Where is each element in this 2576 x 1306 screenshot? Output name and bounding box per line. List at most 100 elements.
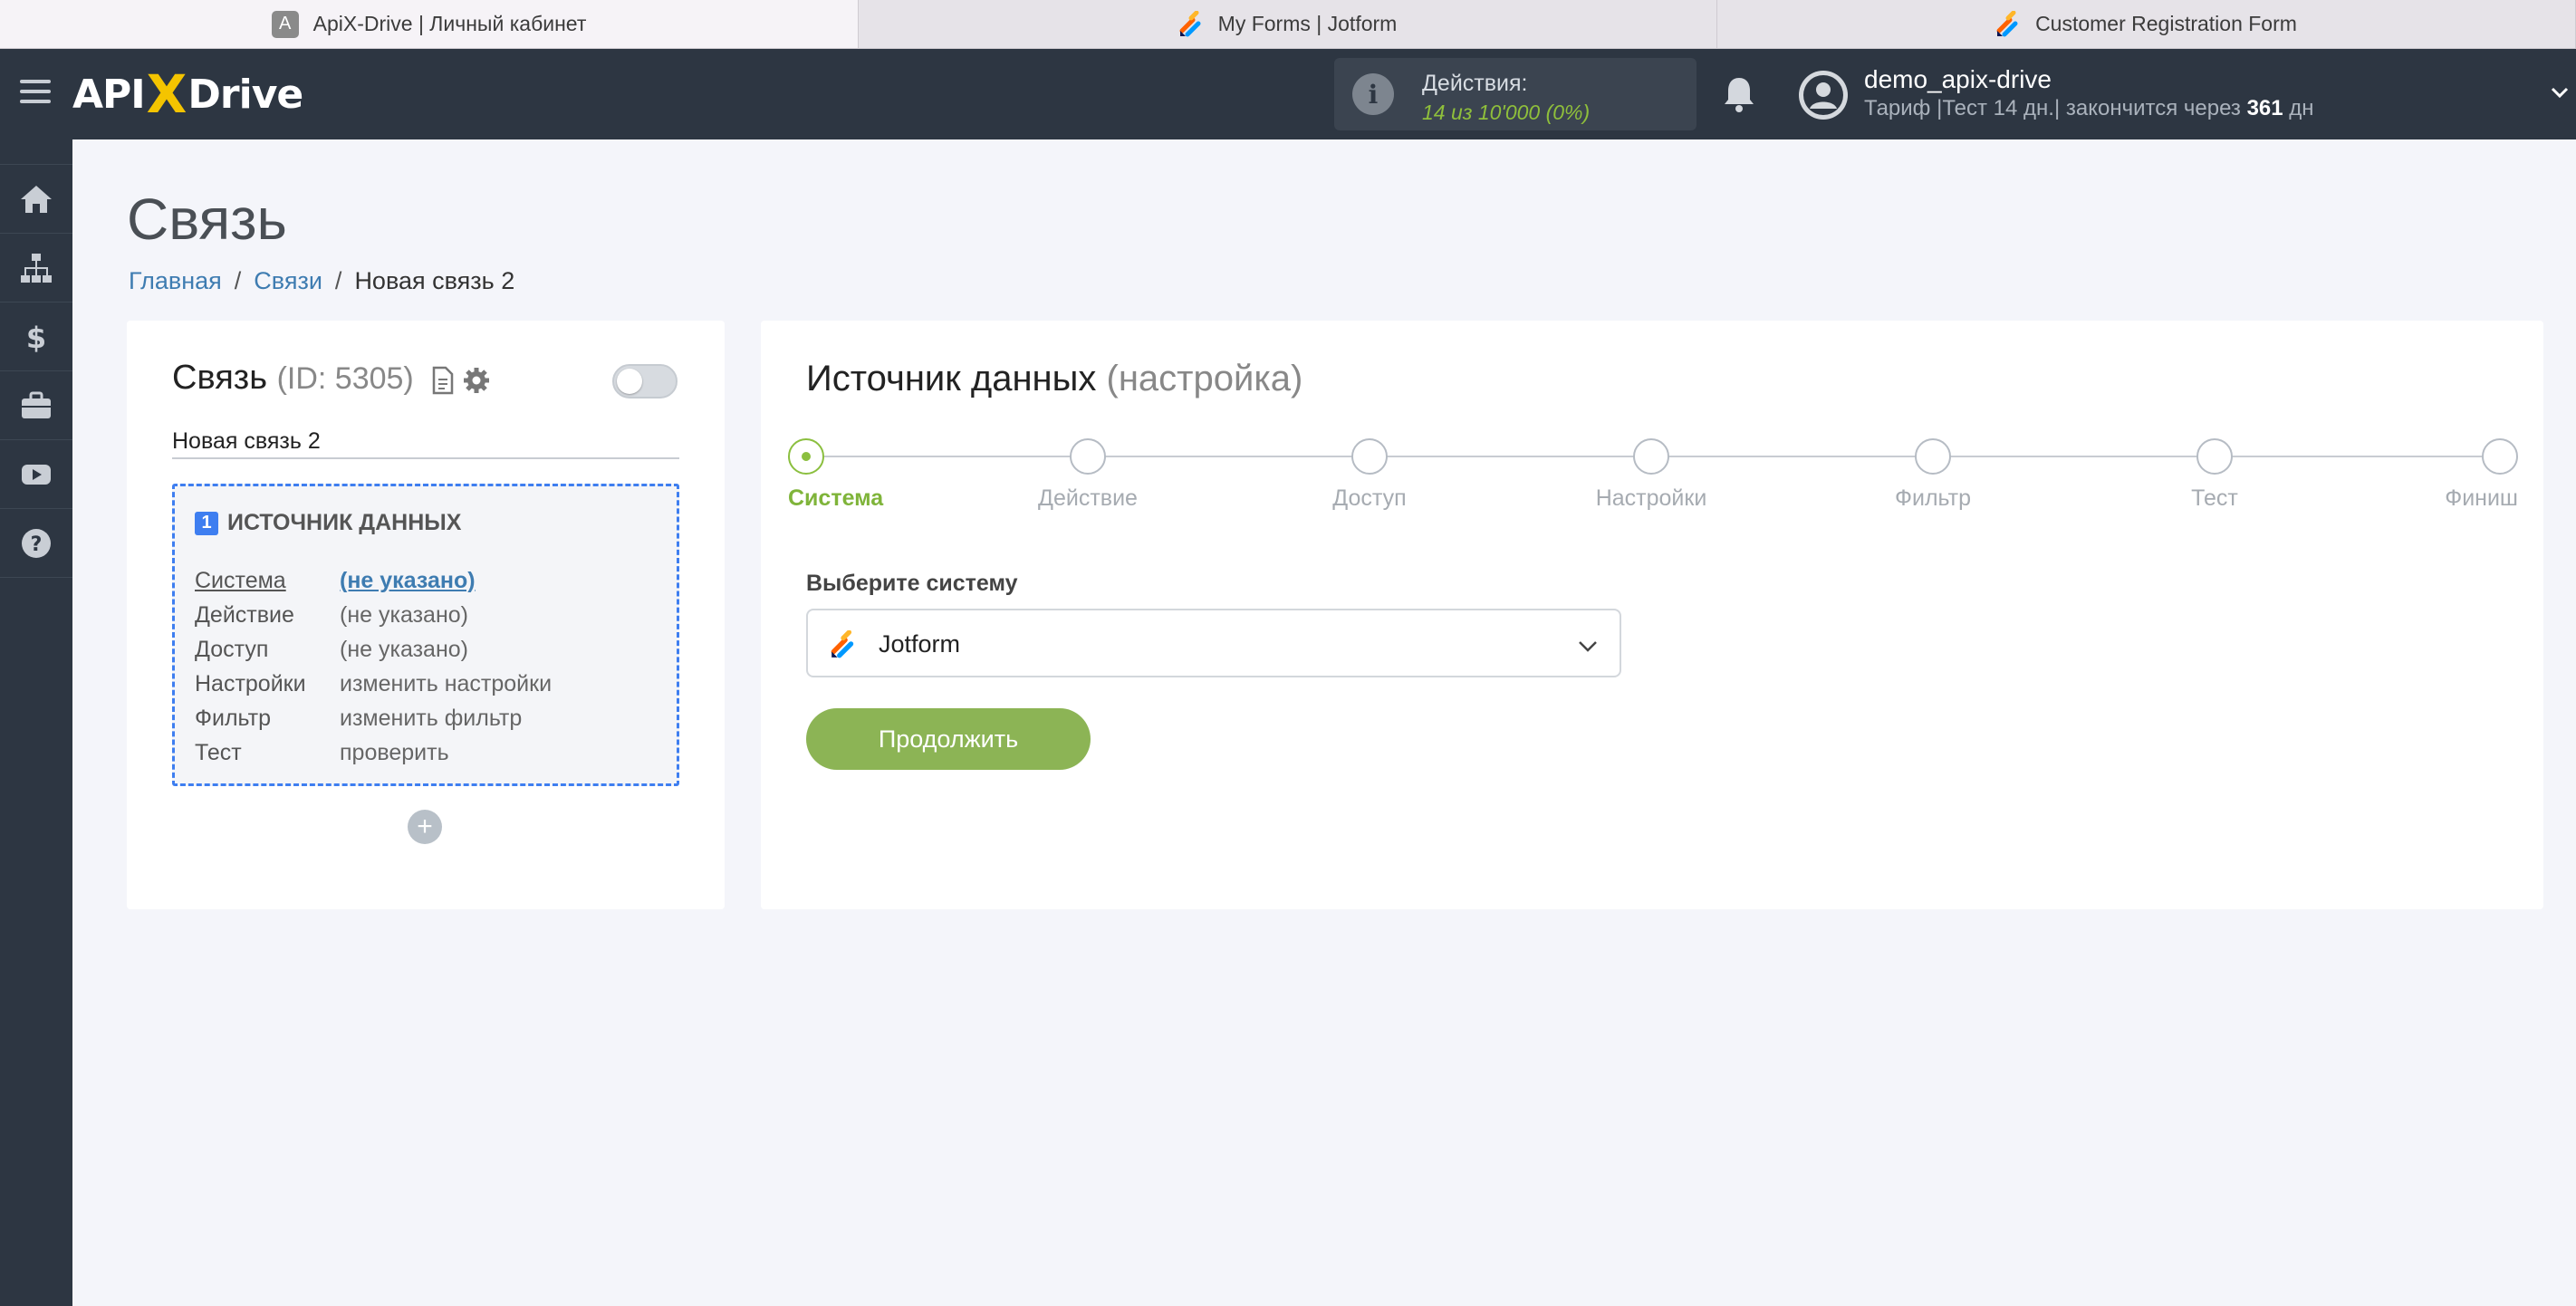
step-settings[interactable]: Настройки xyxy=(1561,438,1742,512)
source-row-settings: Настройки изменить настройки xyxy=(195,667,552,701)
browser-tab-title: ApiX-Drive | Личный кабинет xyxy=(312,12,587,35)
browser-tab-title: Customer Registration Form xyxy=(2035,12,2297,35)
svg-text:?: ? xyxy=(31,533,43,556)
add-block-button[interactable]: + xyxy=(408,810,442,844)
bell-icon[interactable] xyxy=(1721,74,1757,114)
source-row-system: Система (не указано) xyxy=(195,563,552,598)
select-system-label: Выберите систему xyxy=(806,571,1018,596)
step-number-badge: 1 xyxy=(195,511,218,535)
actions-label: Действия: xyxy=(1422,71,1528,96)
step-label: Финиш xyxy=(2445,485,2518,511)
actions-count: 14 из 10'000 (0%) xyxy=(1422,101,1591,124)
user-name[interactable]: demo_apix-drive xyxy=(1864,65,2052,94)
apix-favicon-icon: A xyxy=(271,10,299,38)
dollar-icon: $ xyxy=(26,321,46,354)
jotform-icon xyxy=(1179,10,1201,36)
source-row-action: Действие (не указано) xyxy=(195,598,552,632)
source-value[interactable]: (не указано) xyxy=(340,568,476,594)
browser-tab-bar: A ApiX-Drive | Личный кабинет My Forms |… xyxy=(0,0,2576,49)
connection-enable-toggle[interactable] xyxy=(612,364,678,399)
step-system[interactable]: Система xyxy=(788,438,969,512)
system-select[interactable]: Jotform xyxy=(806,609,1621,677)
source-value: (не указано) xyxy=(340,636,468,662)
jotform-icon xyxy=(831,630,854,658)
svg-text:$: $ xyxy=(26,321,46,354)
data-source-settings-card: Источник данных (настройка) Система Дейс… xyxy=(761,321,2543,909)
sidebar-item-home[interactable] xyxy=(0,165,72,234)
avatar-icon[interactable] xyxy=(1799,71,1848,120)
breadcrumb: Главная / Связи / Новая связь 2 xyxy=(129,267,515,294)
briefcase-icon xyxy=(22,391,51,418)
source-value: (не указано) xyxy=(340,601,468,628)
sidebar-item-services[interactable] xyxy=(0,371,72,440)
step-dot xyxy=(788,438,824,475)
info-icon: i xyxy=(1352,73,1394,115)
source-row-access: Доступ (не указано) xyxy=(195,632,552,667)
step-action[interactable]: Действие xyxy=(997,438,1178,512)
step-label: Тест xyxy=(2191,485,2238,511)
sidebar-item-connections[interactable] xyxy=(0,234,72,302)
connection-name-field[interactable]: Новая связь 2 xyxy=(172,425,679,459)
continue-button[interactable]: Продолжить xyxy=(806,708,1091,770)
sidebar-item-video[interactable] xyxy=(0,440,72,509)
browser-tab-customer-form[interactable]: Customer Registration Form xyxy=(1717,0,2576,48)
step-dot xyxy=(1070,438,1106,475)
step-dot xyxy=(1633,438,1669,475)
source-key[interactable]: Система xyxy=(195,568,340,594)
source-key: Тест xyxy=(195,739,242,765)
data-source-block[interactable]: 1 ИСТОЧНИК ДАННЫХ Система (не указано) Д… xyxy=(172,484,679,786)
step-dot xyxy=(1915,438,1951,475)
connection-card: Связь (ID: 5305) Новая связь 2 1 ИСТОЧНИ… xyxy=(127,321,725,909)
sitemap-icon xyxy=(21,253,52,283)
step-test[interactable]: Тест xyxy=(2124,438,2305,512)
app-header: API X Drive i Действия: 14 из 10'000 (0%) … xyxy=(0,49,2576,139)
source-key: Доступ xyxy=(195,636,269,662)
browser-tab-jotform-forms[interactable]: My Forms | Jotform xyxy=(859,0,1717,48)
selected-system-value: Jotform xyxy=(879,630,961,658)
step-dot xyxy=(2196,438,2233,475)
apix-drive-logo[interactable]: API X Drive xyxy=(72,63,303,125)
step-dot xyxy=(1351,438,1388,475)
gear-icon[interactable] xyxy=(462,366,491,395)
step-filter[interactable]: Фильтр xyxy=(1842,438,2023,512)
step-label: Фильтр xyxy=(1895,485,1971,511)
step-finish[interactable]: Финиш xyxy=(2337,438,2518,512)
connection-title: Связь (ID: 5305) xyxy=(172,359,414,397)
breadcrumb-home[interactable]: Главная xyxy=(129,267,222,294)
source-value: изменить настройки xyxy=(340,670,553,696)
actions-counter[interactable]: i Действия: 14 из 10'000 (0%) xyxy=(1334,58,1697,130)
plan-info: Тариф |Тест 14 дн.| закончится через 361… xyxy=(1864,96,2314,120)
browser-tab-title: My Forms | Jotform xyxy=(1217,12,1398,35)
step-dot xyxy=(2482,438,2518,475)
source-key: Действие xyxy=(195,601,294,628)
sidebar-item-billing[interactable]: $ xyxy=(0,302,72,371)
jotform-icon xyxy=(1996,10,2018,36)
menu-icon[interactable] xyxy=(20,80,51,107)
help-icon: ? xyxy=(22,528,51,558)
data-source-details: Система (не указано) Действие (не указан… xyxy=(195,563,552,770)
step-label: Система xyxy=(788,485,884,511)
sidebar: $ ? xyxy=(0,139,72,1306)
source-value: проверить xyxy=(340,739,449,765)
step-label: Действие xyxy=(1038,485,1138,511)
breadcrumb-current: Новая связь 2 xyxy=(354,267,515,294)
document-icon[interactable] xyxy=(431,366,455,395)
step-label: Доступ xyxy=(1332,485,1407,511)
chevron-down-icon xyxy=(1579,641,1597,652)
source-row-test: Тест проверить xyxy=(195,735,552,770)
home-icon xyxy=(21,185,52,213)
step-label: Настройки xyxy=(1595,485,1707,511)
breadcrumb-connections[interactable]: Связи xyxy=(254,267,322,294)
source-key: Настройки xyxy=(195,670,306,696)
source-row-filter: Фильтр изменить фильтр xyxy=(195,701,552,735)
source-value: изменить фильтр xyxy=(340,705,523,731)
section-title: Источник данных (настройка) xyxy=(806,359,1303,399)
step-access[interactable]: Доступ xyxy=(1279,438,1460,512)
sidebar-item-help[interactable]: ? xyxy=(0,509,72,578)
browser-tab-apix[interactable]: A ApiX-Drive | Личный кабинет xyxy=(0,0,859,48)
stepper: Система Действие Доступ Настройки Фильтр… xyxy=(788,438,2518,512)
data-source-heading: 1 ИСТОЧНИК ДАННЫХ xyxy=(195,510,461,536)
youtube-icon xyxy=(22,464,51,485)
chevron-down-icon[interactable] xyxy=(2551,83,2569,101)
source-key: Фильтр xyxy=(195,705,271,731)
